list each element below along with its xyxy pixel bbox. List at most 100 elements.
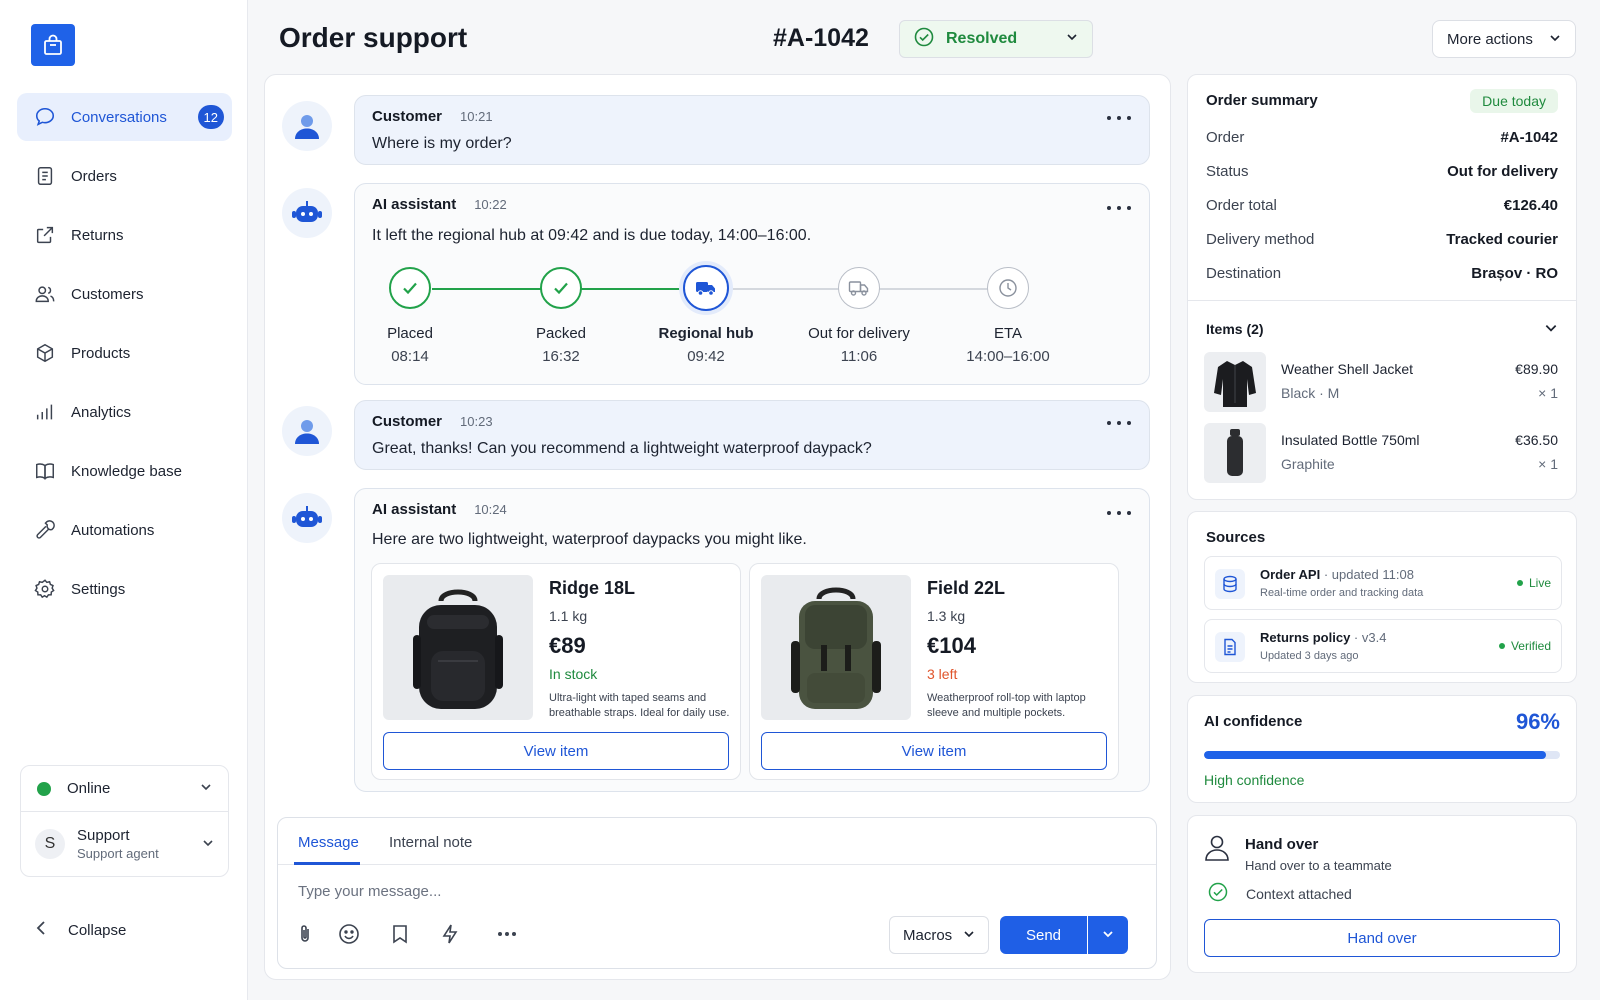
tab-internal-note[interactable]: Internal note	[389, 834, 472, 851]
order-summary-card: Order summary Due today Order #A-1042 Sta…	[1187, 74, 1577, 500]
sidebar-item-settings[interactable]: Settings	[17, 565, 232, 613]
document-icon	[1215, 632, 1245, 662]
sidebar-item-conversations[interactable]: Conversations 12	[17, 93, 232, 141]
database-icon	[1215, 569, 1245, 599]
source-meta: · v3.4	[1350, 630, 1387, 645]
items-toggle[interactable]: Items (2)	[1206, 321, 1558, 339]
online-status-dot	[37, 781, 51, 796]
confidence-label: High confidence	[1204, 772, 1305, 788]
sidebar-item-label: Products	[71, 344, 131, 362]
message-input[interactable]	[298, 876, 1138, 906]
bookmark-icon[interactable]	[387, 921, 413, 947]
collapse-label: Collapse	[68, 921, 127, 939]
source-name: Returns policy	[1260, 630, 1351, 645]
message-more-icon[interactable]	[1107, 415, 1131, 431]
tab-message[interactable]: Message	[298, 834, 359, 851]
page-title: Order support	[279, 22, 468, 53]
sidebar-item-label: Returns	[71, 226, 124, 244]
product-description: Ultra-light with taped seams and breatha…	[549, 692, 730, 719]
agent-role: Support agent	[77, 846, 159, 861]
emoji-icon[interactable]	[336, 921, 362, 947]
confidence-title: AI confidence	[1204, 713, 1303, 730]
tracking-step-label: Packed	[535, 325, 587, 342]
availability-dropdown[interactable]: Online	[21, 766, 228, 812]
tracking-step-time: 14:00–16:00	[966, 348, 1050, 365]
order-item: Weather Shell Jacket Black · M €89.90 × …	[1204, 352, 1558, 412]
product-price: €89	[549, 633, 586, 658]
lightning-icon[interactable]	[437, 921, 463, 947]
sidebar-item-knowledge-base[interactable]: Knowledge base	[17, 447, 232, 495]
message-more-icon[interactable]	[1107, 200, 1131, 216]
sidebar-item-customers[interactable]: Customers	[17, 270, 232, 318]
macros-dropdown[interactable]: Macros	[889, 916, 989, 954]
ai-assistant-avatar-icon	[282, 188, 332, 238]
product-weight: 1.1 kg	[549, 608, 588, 624]
message-bubble: Customer 10:23 Great, thanks! Can you rec…	[354, 400, 1150, 470]
message-author: Customer	[372, 413, 443, 430]
view-item-button[interactable]: View item	[761, 732, 1107, 770]
product-card: Ridge 18L 1.1 kg €89 In stock Ultra-ligh…	[371, 563, 741, 780]
handover-card: Hand over Hand over to a teammate Contex…	[1187, 815, 1577, 973]
more-horizontal-icon[interactable]	[494, 921, 520, 947]
jacket-image	[1204, 352, 1266, 412]
box-icon	[33, 341, 57, 365]
tracking-step-time: 08:14	[391, 348, 429, 365]
availability-label: Online	[67, 780, 111, 797]
chevron-left-icon	[36, 921, 48, 939]
sidebar-nav: Conversations 12 Orders Returns Customer…	[17, 93, 232, 624]
tracking-step-label: ETA	[993, 325, 1023, 342]
person-icon	[1204, 834, 1230, 866]
source-item[interactable]: Returns policy · v3.4 Updated 3 days ago…	[1204, 619, 1562, 673]
status-label: Resolved	[946, 30, 1018, 47]
view-item-button[interactable]: View item	[383, 732, 729, 770]
ai-confidence-card: AI confidence 96% High confidence	[1187, 695, 1577, 803]
summary-row: Delivery method Tracked courier	[1206, 231, 1558, 248]
confidence-value: 96%	[1515, 709, 1560, 734]
check-circle-icon	[914, 27, 934, 52]
product-name: Field 22L	[927, 578, 1006, 598]
item-variant: Black · M	[1281, 385, 1340, 401]
sidebar-item-label: Customers	[71, 285, 144, 303]
agent-profile-dropdown[interactable]: S Support Support agent	[21, 812, 228, 876]
sidebar-item-automations[interactable]: Automations	[17, 506, 232, 554]
message-author: AI assistant	[372, 501, 457, 518]
chat-bubble-icon	[33, 105, 57, 129]
status-dropdown[interactable]: Resolved	[899, 20, 1093, 58]
handover-title: Hand over	[1245, 836, 1319, 853]
ai-assistant-avatar-icon	[282, 493, 332, 543]
sidebar-item-returns[interactable]: Returns	[17, 211, 232, 259]
clipboard-icon	[33, 164, 57, 188]
send-button[interactable]: Send	[1000, 916, 1087, 954]
shopping-bag-logo-icon[interactable]	[31, 24, 75, 66]
source-item[interactable]: Order API · updated 11:08 Real-time orde…	[1204, 556, 1562, 610]
message-time: 10:22	[474, 197, 507, 212]
tracking-step: Placed 08:14	[340, 264, 480, 365]
sidebar-item-orders[interactable]: Orders	[17, 152, 232, 200]
source-description: Updated 3 days ago	[1260, 650, 1359, 662]
active-tab-indicator	[294, 862, 360, 865]
item-name: Weather Shell Jacket	[1281, 361, 1414, 377]
summary-row: Order #A-1042	[1206, 129, 1558, 146]
send-options-button[interactable]	[1088, 916, 1128, 954]
sidebar-item-products[interactable]: Products	[17, 329, 232, 377]
sidebar-item-analytics[interactable]: Analytics	[17, 388, 232, 436]
truck-icon	[683, 265, 729, 311]
source-name: Order API	[1260, 567, 1321, 582]
sidebar-item-label: Settings	[71, 580, 126, 598]
composer-tabs: Message Internal note	[278, 818, 1156, 865]
context-attached: Context attached	[1208, 882, 1352, 905]
collapse-sidebar-button[interactable]: Collapse	[36, 921, 126, 939]
hand-over-button[interactable]: Hand over	[1204, 919, 1560, 957]
summary-value: €126.40	[1503, 197, 1558, 214]
paperclip-icon[interactable]	[292, 921, 318, 947]
message-more-icon[interactable]	[1107, 505, 1131, 521]
message-more-icon[interactable]	[1107, 110, 1131, 126]
more-actions-dropdown[interactable]: More actions	[1432, 20, 1576, 58]
handover-subtitle: Hand over to a teammate	[1245, 858, 1392, 873]
product-stock-status: In stock	[549, 666, 598, 682]
order-id-heading: #A-1042	[773, 24, 869, 52]
message-text: Great, thanks! Can you recommend a light…	[372, 440, 872, 457]
source-status-label: Live	[1528, 576, 1551, 590]
check-icon	[540, 267, 582, 309]
chevron-down-icon	[1066, 30, 1078, 48]
